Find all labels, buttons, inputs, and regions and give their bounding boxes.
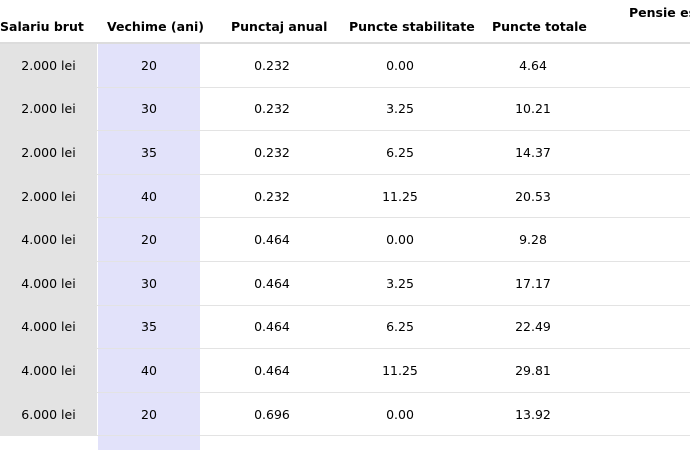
table-row[interactable]: 4.000 lei 20 0.464 0.00 9.28 bbox=[0, 218, 690, 262]
table-row[interactable]: 2.000 lei 35 0.232 6.25 14.37 bbox=[0, 131, 690, 175]
cell-vechime: 40 bbox=[98, 174, 200, 218]
cell-pensie-estimata bbox=[600, 262, 690, 305]
table-row[interactable]: 4.000 lei 40 0.464 11.25 29.81 bbox=[0, 349, 690, 393]
header-pensie-estimata[interactable]: Pensie est bbox=[629, 5, 690, 21]
cell-punctaj-anual: 0.464 bbox=[254, 275, 290, 291]
cell-pensie-estimata bbox=[600, 88, 690, 131]
cell-puncte-totale: 4.64 bbox=[519, 57, 547, 73]
header-puncte-totale[interactable]: Puncte totale bbox=[492, 19, 587, 35]
cell-punctaj-anual: 0.464 bbox=[254, 232, 290, 248]
cell-salariu-brut: 4.000 lei bbox=[0, 349, 97, 392]
cell-vechime: 35 bbox=[98, 131, 200, 174]
cell-punctaj-anual: 0.696 bbox=[254, 406, 290, 422]
table-row[interactable]: 2.000 lei 40 0.232 11.25 20.53 bbox=[0, 174, 690, 219]
table-header: Salariu brut Vechime (ani) Punctaj anual… bbox=[0, 0, 690, 44]
cell-puncte-stabilitate: 11.25 bbox=[382, 188, 418, 204]
table-row[interactable]: 2.000 lei 30 0.232 3.25 10.21 bbox=[0, 87, 690, 132]
table-row[interactable]: 2.000 lei 20 0.232 0.00 4.64 bbox=[0, 44, 690, 88]
cell-pensie-estimata bbox=[600, 218, 690, 261]
cell-pensie-estimata bbox=[600, 44, 690, 87]
header-salariu-brut[interactable]: Salariu brut bbox=[0, 19, 84, 35]
table-row[interactable]: 4.000 lei 30 0.464 3.25 17.17 bbox=[0, 261, 690, 306]
cell-salariu-brut: 4.000 lei bbox=[0, 218, 97, 261]
pension-table: Salariu brut Vechime (ani) Punctaj anual… bbox=[0, 0, 690, 450]
cell-vechime: 35 bbox=[98, 305, 200, 349]
cell-puncte-stabilitate: 3.25 bbox=[386, 275, 414, 291]
cell-salariu-brut: 2.000 lei bbox=[0, 87, 97, 131]
cell-puncte-stabilitate: 0.00 bbox=[386, 406, 414, 422]
cell-salariu-brut: 4.000 lei bbox=[0, 261, 97, 305]
header-vechime[interactable]: Vechime (ani) bbox=[107, 19, 204, 35]
cell-punctaj-anual: 0.464 bbox=[254, 362, 290, 378]
cell-salariu-brut: 2.000 lei bbox=[0, 44, 97, 87]
cell-puncte-totale: 10.21 bbox=[515, 101, 551, 117]
cell-puncte-totale: 20.53 bbox=[515, 188, 551, 204]
cell-punctaj-anual: 0.232 bbox=[254, 57, 290, 73]
cell-puncte-totale: 29.81 bbox=[515, 362, 551, 378]
cell-puncte-totale: 13.92 bbox=[515, 406, 551, 422]
cell-puncte-stabilitate: 6.25 bbox=[386, 319, 414, 335]
cell-puncte-stabilitate: 11.25 bbox=[382, 362, 418, 378]
cell-punctaj-anual: 0.232 bbox=[254, 101, 290, 117]
cell-vechime: 20 bbox=[98, 44, 200, 87]
cell-vechime: 40 bbox=[98, 349, 200, 392]
cell-puncte-stabilitate: 0.00 bbox=[386, 57, 414, 73]
cell-puncte-totale: 9.28 bbox=[519, 232, 547, 248]
cell-punctaj-anual: 0.232 bbox=[254, 188, 290, 204]
header-puncte-stabilitate[interactable]: Puncte stabilitate bbox=[349, 19, 475, 35]
table-row[interactable]: 6.000 lei 20 0.696 0.00 13.92 bbox=[0, 392, 690, 437]
cell-salariu-brut: 2.000 lei bbox=[0, 131, 97, 174]
cell-pensie-estimata bbox=[600, 131, 690, 174]
cell-punctaj-anual: 0.232 bbox=[254, 144, 290, 160]
cell-vechime: 30 bbox=[98, 261, 200, 305]
cell-puncte-totale: 14.37 bbox=[515, 144, 551, 160]
next-row-partial bbox=[98, 436, 200, 450]
cell-pensie-estimata bbox=[600, 393, 690, 436]
table-body: 2.000 lei 20 0.232 0.00 4.64 2.000 lei 3… bbox=[0, 44, 690, 437]
cell-salariu-brut: 6.000 lei bbox=[0, 392, 97, 436]
cell-puncte-totale: 17.17 bbox=[515, 275, 551, 291]
cell-pensie-estimata bbox=[600, 349, 690, 392]
cell-puncte-stabilitate: 3.25 bbox=[386, 101, 414, 117]
table-row[interactable]: 4.000 lei 35 0.464 6.25 22.49 bbox=[0, 305, 690, 350]
cell-pensie-estimata bbox=[600, 306, 690, 349]
header-punctaj-anual[interactable]: Punctaj anual bbox=[231, 19, 327, 35]
cell-vechime: 20 bbox=[98, 218, 200, 261]
cell-punctaj-anual: 0.464 bbox=[254, 319, 290, 335]
cell-vechime: 20 bbox=[98, 392, 200, 436]
cell-puncte-stabilitate: 0.00 bbox=[386, 232, 414, 248]
cell-vechime: 30 bbox=[98, 87, 200, 131]
cell-salariu-brut: 4.000 lei bbox=[0, 305, 97, 349]
cell-salariu-brut: 2.000 lei bbox=[0, 174, 97, 218]
cell-pensie-estimata bbox=[600, 175, 690, 218]
cell-puncte-totale: 22.49 bbox=[515, 319, 551, 335]
cell-puncte-stabilitate: 6.25 bbox=[386, 144, 414, 160]
